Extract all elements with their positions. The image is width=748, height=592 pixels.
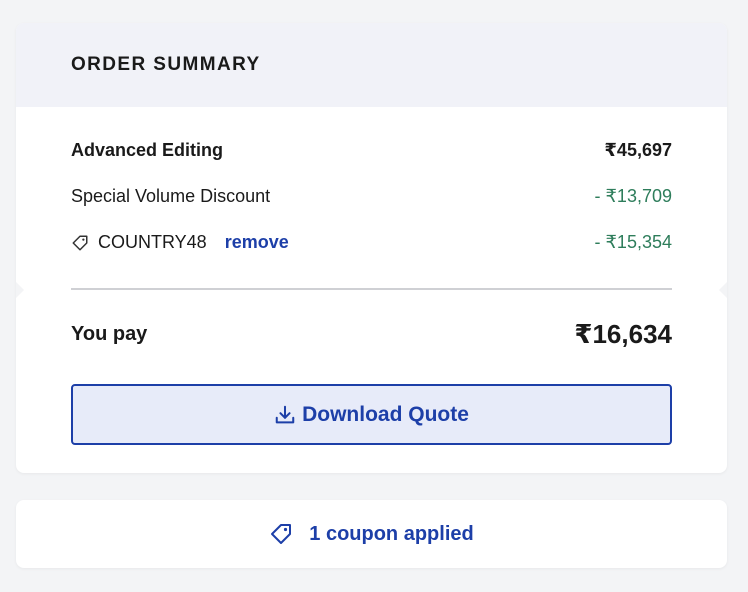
- coupon-row: COUNTRY48 remove - ₹15,354: [71, 232, 672, 253]
- discount-amount: - ₹13,709: [594, 186, 672, 206]
- order-summary-header: ORDER SUMMARY: [16, 23, 727, 107]
- tag-icon: [269, 522, 293, 546]
- coupon-discount-amount: - ₹15,354: [594, 232, 672, 252]
- total-label: You pay: [71, 323, 148, 345]
- line-item-label: Advanced Editing: [71, 140, 224, 160]
- line-item-amount: ₹45,697: [604, 140, 672, 160]
- left-notch: [16, 282, 24, 298]
- coupons-applied-button[interactable]: 1 coupon applied: [16, 500, 727, 568]
- total-amount: ₹16,634: [574, 319, 672, 349]
- download-quote-button[interactable]: Download Quote: [71, 384, 672, 445]
- summary-divider: [71, 288, 672, 290]
- download-quote-label: Download Quote: [302, 402, 469, 426]
- tag-icon: [71, 234, 89, 252]
- right-notch: [719, 282, 727, 298]
- coupon-info: COUNTRY48 remove: [71, 232, 289, 253]
- discount-row: Special Volume Discount - ₹13,709: [71, 186, 672, 207]
- download-icon: [274, 404, 296, 426]
- coupons-applied-label: 1 coupon applied: [309, 522, 474, 545]
- discount-label: Special Volume Discount: [71, 186, 271, 206]
- total-row: You pay ₹16,634: [71, 319, 672, 350]
- order-summary-card: ORDER SUMMARY Advanced Editing ₹45,697 S…: [16, 23, 727, 473]
- remove-coupon-link[interactable]: remove: [225, 232, 289, 253]
- coupon-code: COUNTRY48: [98, 232, 207, 252]
- order-summary-title: ORDER SUMMARY: [71, 54, 261, 75]
- line-item-row: Advanced Editing ₹45,697: [71, 140, 672, 161]
